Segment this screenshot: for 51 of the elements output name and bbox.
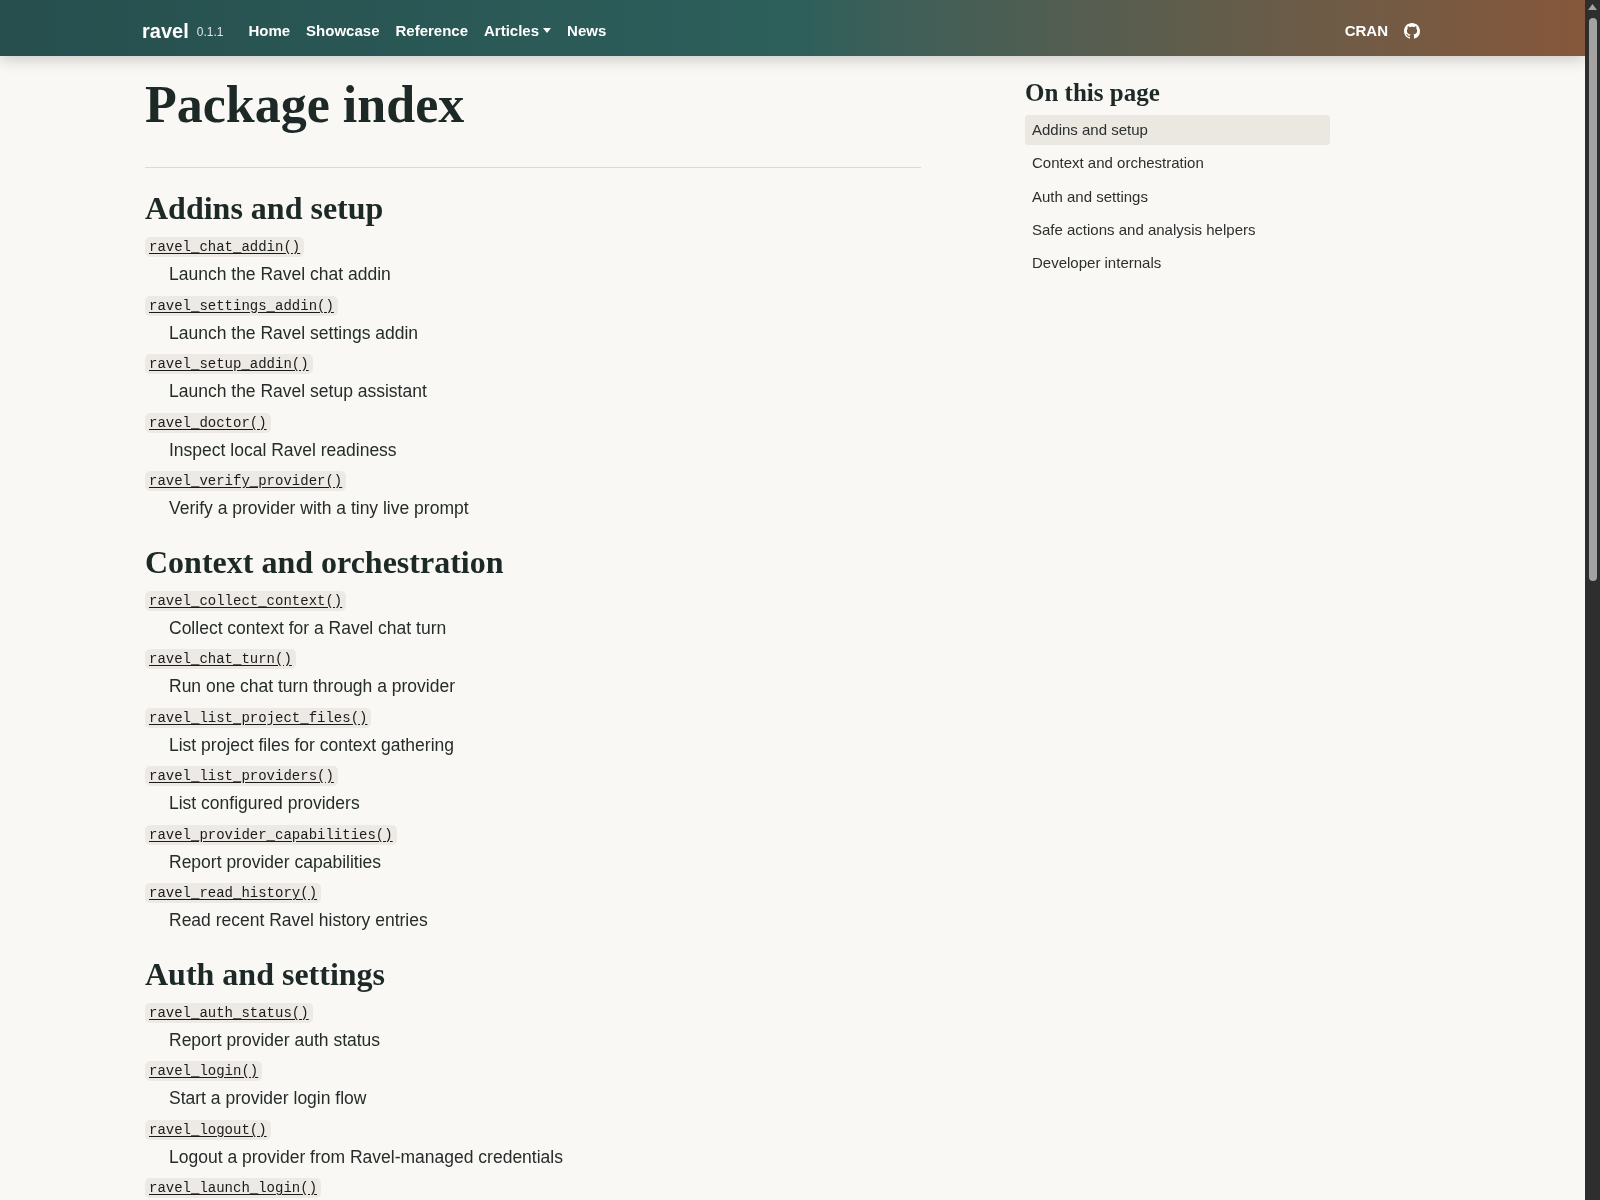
page-title: Package index xyxy=(145,75,466,135)
toc-link[interactable]: Auth and settings xyxy=(1025,181,1330,212)
function-description: Report provider auth status xyxy=(169,1028,381,1052)
function-link[interactable]: ravel_collect_context() xyxy=(145,590,347,611)
function-link[interactable]: ravel_read_history() xyxy=(145,883,322,903)
section-heading: Addins and setup xyxy=(145,190,385,226)
scrollbar-thumb[interactable] xyxy=(1588,18,1597,581)
function-link[interactable]: ravel_list_project_files() xyxy=(145,707,372,728)
toc-link[interactable]: Safe actions and analysis helpers xyxy=(1025,214,1330,245)
toc-title: On this page xyxy=(1025,78,1161,108)
function-description: List project files for context gathering xyxy=(169,733,454,757)
function-description: Report provider capabilities xyxy=(169,850,382,874)
toc-link[interactable]: Context and orchestration xyxy=(1025,148,1330,179)
github-icon[interactable] xyxy=(1404,22,1420,39)
scroll-up-arrow-icon[interactable] xyxy=(1588,4,1597,10)
function-link[interactable]: ravel_doctor() xyxy=(145,412,271,433)
scrollbar-track[interactable] xyxy=(1585,0,1600,1200)
function-link[interactable]: ravel_chat_addin() xyxy=(145,237,305,257)
nav-link[interactable]: CRAN xyxy=(1344,20,1388,41)
function-description: Inspect local Ravel readiness xyxy=(169,438,397,462)
function-link[interactable]: ravel_setup_addin() xyxy=(145,354,313,374)
function-description: Launch the Ravel setup assistant xyxy=(169,380,427,403)
function-link[interactable]: ravel_auth_status() xyxy=(145,1002,313,1023)
section-heading: Auth and settings xyxy=(145,955,387,992)
nav-link[interactable]: Showcase xyxy=(298,20,388,41)
function-description: Verify a provider with a tiny live prompt xyxy=(169,497,469,520)
function-description: Logout a provider from Ravel-managed credentials xyxy=(169,1145,563,1169)
function-link[interactable]: ravel_verify_provider() xyxy=(145,471,347,491)
function-link[interactable]: ravel_settings_addin() xyxy=(145,295,338,316)
function-link[interactable]: ravel_list_providers() xyxy=(145,766,338,786)
brand-link[interactable]: ravel xyxy=(142,18,189,43)
function-description: Read recent Ravel history entries xyxy=(169,909,428,932)
toc-link[interactable]: Addins and setup xyxy=(1025,115,1330,145)
function-description: Launch the Ravel settings addin xyxy=(169,321,419,345)
function-description: List configured providers xyxy=(169,792,360,815)
function-link[interactable]: ravel_chat_turn() xyxy=(145,649,296,669)
section-heading: Context and orchestration xyxy=(145,543,505,580)
toc-link[interactable]: Developer internals xyxy=(1025,248,1330,279)
function-description: Launch the Ravel chat addin xyxy=(169,263,391,286)
function-link[interactable]: ravel_login() xyxy=(145,1061,263,1081)
function-link[interactable]: ravel_launch_login() xyxy=(145,1178,322,1198)
function-link[interactable]: ravel_logout() xyxy=(145,1119,271,1140)
nav-link[interactable]: News xyxy=(559,20,615,41)
version-label: 0.1.1 xyxy=(196,24,224,40)
function-description: Start a provider login flow xyxy=(169,1087,367,1110)
function-link[interactable]: ravel_provider_capabilities() xyxy=(145,824,397,845)
nav-link[interactable]: Home xyxy=(240,20,299,41)
nav-link[interactable]: Reference xyxy=(387,20,477,41)
nav-link[interactable]: Articles xyxy=(476,20,560,41)
function-description: Run one chat turn through a provider xyxy=(169,675,455,698)
function-description: Collect context for a Ravel chat turn xyxy=(169,616,447,640)
